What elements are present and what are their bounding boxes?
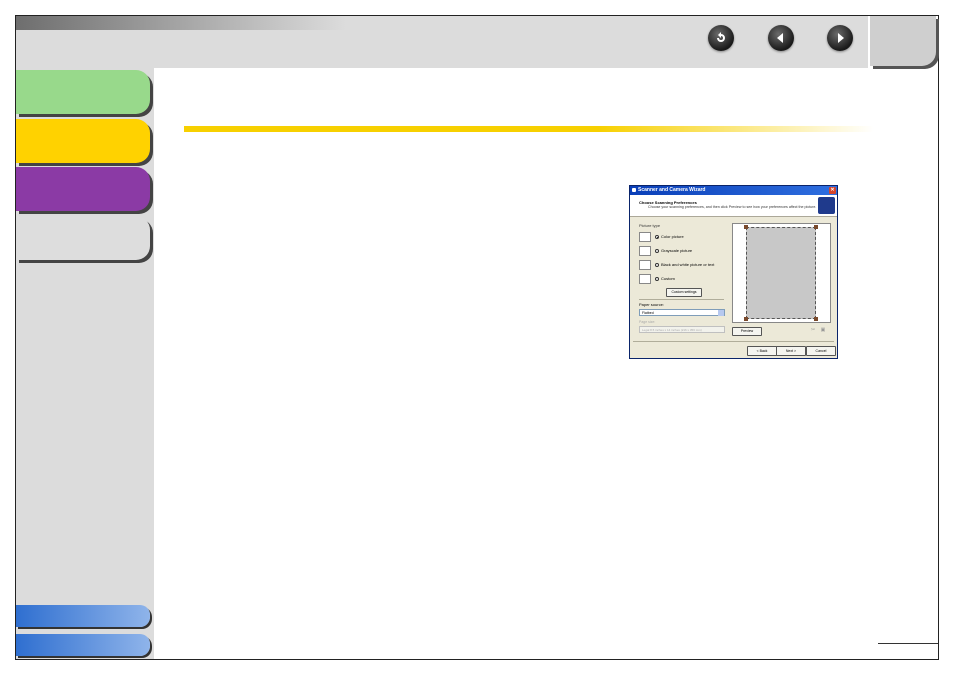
return-arrow-icon — [717, 32, 725, 42]
crop-tool-icons[interactable]: ✂ ▣ — [811, 327, 827, 333]
crop-handle[interactable] — [744, 317, 748, 321]
close-icon[interactable]: ✕ — [829, 187, 836, 194]
paper-source-value: Flatbed — [642, 311, 654, 315]
dialog-header: Choose Scanning Preferences Choose your … — [630, 195, 837, 217]
dialog-subheading: Choose your scanning preferences, and th… — [648, 205, 817, 209]
preview-area[interactable] — [732, 223, 831, 323]
right-arrow-icon — [838, 33, 844, 43]
custom-picture-icon — [639, 274, 651, 284]
wizard-icon — [818, 197, 835, 214]
page-number-line — [878, 643, 938, 644]
sidebar-tab-purple[interactable] — [16, 167, 150, 211]
sidebar-bottom-tab-1[interactable] — [16, 605, 150, 627]
preview-button[interactable]: Preview — [732, 327, 762, 336]
dialog-title: Scanner and Camera Wizard — [638, 187, 706, 193]
paper-source-label: Paper source: — [639, 302, 664, 307]
next-wizard-button[interactable]: Next > — [776, 346, 806, 356]
grayscale-picture-icon — [639, 246, 651, 256]
top-bar-gradient — [16, 16, 346, 30]
paper-source-select[interactable]: Flatbed — [639, 309, 725, 316]
scanner-icon — [632, 188, 636, 192]
sidebar-tab-yellow[interactable] — [16, 119, 150, 163]
left-arrow-icon — [777, 33, 783, 43]
next-page-button[interactable] — [827, 25, 853, 51]
crop-handle[interactable] — [744, 225, 748, 229]
custom-settings-button[interactable]: Custom settings — [666, 288, 702, 297]
page-size-select[interactable]: Legal 8.5 inches x 14 inches (216 x 356 … — [639, 326, 725, 333]
top-bar — [16, 16, 868, 68]
back-button[interactable] — [708, 25, 734, 51]
option-label: Color picture — [661, 234, 684, 239]
chevron-down-icon — [718, 310, 724, 316]
preview-sheet — [746, 227, 816, 319]
option-label: Grayscale picture — [661, 248, 693, 253]
section-divider — [184, 126, 874, 132]
sidebar-tab-green[interactable] — [16, 70, 150, 114]
color-picture-icon — [639, 232, 651, 242]
picture-type-label: Picture type — [639, 223, 661, 228]
footer-separator — [633, 341, 834, 342]
separator — [639, 299, 724, 300]
radio-custom[interactable] — [655, 277, 659, 281]
black-white-picture-icon — [639, 260, 651, 270]
corner-tab[interactable] — [870, 16, 936, 66]
radio-color-picture[interactable] — [655, 235, 659, 239]
sidebar-tab-gray[interactable] — [16, 216, 150, 260]
radio-grayscale-picture[interactable] — [655, 249, 659, 253]
crop-handle[interactable] — [814, 317, 818, 321]
sidebar-bottom-tab-2[interactable] — [16, 634, 150, 656]
dialog-title-bar: Scanner and Camera Wizard ✕ — [630, 186, 837, 195]
back-wizard-button[interactable]: < Back — [747, 346, 777, 356]
cancel-button[interactable]: Cancel — [806, 346, 836, 356]
scanner-wizard-dialog: Scanner and Camera Wizard ✕ Choose Scann… — [629, 185, 838, 359]
previous-page-button[interactable] — [768, 25, 794, 51]
page-size-label: Page size: — [639, 320, 656, 324]
option-label: Black and white picture or text — [661, 262, 715, 267]
radio-black-white[interactable] — [655, 263, 659, 267]
crop-handle[interactable] — [814, 225, 818, 229]
option-label: Custom — [661, 276, 675, 281]
